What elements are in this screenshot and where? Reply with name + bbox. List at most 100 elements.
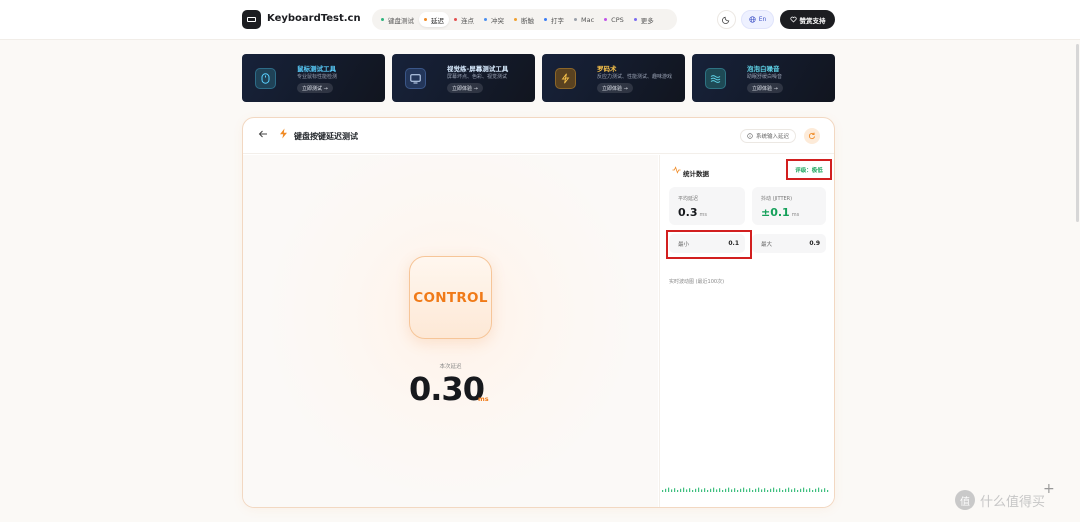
- promo-title: 泡泡白噪音: [747, 65, 780, 73]
- latency-test-panel: 键盘按键延迟测试 系统输入延迟 CONTROL 本次延迟 0.30 ms 统计数…: [242, 117, 835, 508]
- wave-bar: [824, 488, 826, 492]
- dot-icon: [574, 18, 577, 21]
- promo-card-white-noise[interactable]: 泡泡白噪音 助眠舒缓白噪音 立即体验 →: [692, 54, 835, 102]
- promo-title: 罗码术: [597, 65, 617, 73]
- page-title: 键盘按键延迟测试: [294, 132, 358, 141]
- nav-item-autoclick[interactable]: 连点: [449, 12, 479, 27]
- nav-item-conflict[interactable]: 冲突: [479, 12, 509, 27]
- wave-bar: [779, 488, 781, 492]
- main-nav: 键盘测试 延迟 连点 冲突 断触 打字 Mac CPS 更多: [372, 9, 677, 30]
- wave-bar: [695, 488, 697, 492]
- wave-bar: [785, 488, 787, 492]
- wave-bar: [737, 490, 739, 492]
- wave-bar: [662, 490, 664, 492]
- activity-icon: [672, 166, 681, 176]
- wave-bar: [677, 490, 679, 492]
- min-highlight-box: [666, 230, 752, 259]
- refresh-icon: [808, 132, 815, 140]
- wave-bar: [827, 490, 829, 492]
- nav-item-more[interactable]: 更多: [629, 12, 659, 27]
- nav-item-latency[interactable]: 延迟: [419, 12, 449, 27]
- promo-card-reaction-game[interactable]: 罗码术 反应力测试、性能测试、趣味游戏 立即体验 →: [542, 54, 685, 102]
- reset-button[interactable]: [804, 128, 820, 144]
- wave-bar: [740, 488, 742, 492]
- stats-title: 统计数据: [683, 170, 709, 178]
- promo-subtitle: 专业鼠标性能检测: [297, 74, 338, 80]
- current-latency-value: 0.30: [409, 370, 485, 408]
- smzdm-logo-icon: 值: [955, 490, 975, 510]
- wave-bar: [674, 488, 676, 492]
- panel-header: 键盘按键延迟测试 系统输入延迟: [243, 118, 834, 154]
- promo-button[interactable]: 立即测试 →: [297, 83, 333, 93]
- max-latency-row: 最大 0.9: [752, 234, 826, 253]
- wave-bar: [689, 488, 691, 492]
- wave-bar: [818, 487, 820, 492]
- promo-button[interactable]: 立即体验 →: [597, 83, 633, 93]
- lightning-icon: [279, 128, 288, 142]
- support-button[interactable]: 赞赏支持: [780, 10, 835, 29]
- wave-bar: [707, 490, 709, 492]
- wave-bar: [713, 487, 715, 492]
- wave-bar: [806, 489, 808, 492]
- wave-bar: [800, 488, 802, 492]
- current-latency-label: 本次延迟: [439, 364, 462, 370]
- wave-bar: [701, 489, 703, 492]
- dot-icon: [381, 18, 384, 21]
- wave-bar: [722, 490, 724, 492]
- promo-card-mouse-test[interactable]: 鼠标测试工具 专业鼠标性能检测 立即测试 →: [242, 54, 385, 102]
- back-arrow-icon[interactable]: [258, 129, 268, 142]
- system-delay-button[interactable]: 系统输入延迟: [740, 129, 797, 143]
- wave-bar: [746, 489, 748, 492]
- wave-bar: [743, 487, 745, 492]
- nav-item-mac[interactable]: Mac: [569, 12, 599, 27]
- wave-bar: [767, 490, 769, 492]
- wave-bar: [692, 490, 694, 492]
- wave-bar: [776, 489, 778, 492]
- wave-bar: [770, 488, 772, 492]
- wave-bar: [698, 487, 700, 492]
- realtime-wave-chart: [662, 487, 829, 492]
- dot-icon: [514, 18, 517, 21]
- rating-badge: 评级：极低: [786, 159, 832, 180]
- wave-bar: [668, 487, 670, 492]
- promo-card-screen-test[interactable]: 视觉练-屏幕测试工具 屏幕坏点、色彩、视觉测试 立即体验 →: [392, 54, 535, 102]
- page-scrollbar[interactable]: [1076, 44, 1079, 222]
- promo-subtitle: 反应力测试、性能测试、趣味游戏: [597, 74, 673, 80]
- heart-icon: [789, 16, 797, 23]
- wave-bar: [680, 488, 682, 492]
- wave-bar: [710, 488, 712, 492]
- wave-bar: [788, 487, 790, 492]
- wave-bar: [764, 488, 766, 492]
- dot-icon: [454, 18, 457, 21]
- brand-name[interactable]: KeyboardTest.cn: [267, 13, 361, 24]
- top-navbar: KeyboardTest.cn 键盘测试 延迟 连点 冲突 断触 打字 Mac …: [0, 0, 1080, 40]
- wave-bar: [761, 489, 763, 492]
- language-button[interactable]: En: [741, 10, 774, 29]
- promo-title: 视觉练-屏幕测试工具: [447, 65, 509, 73]
- mouse-icon: [255, 68, 276, 89]
- watermark: 值 什么值得买: [955, 490, 1045, 510]
- nav-item-typing[interactable]: 打字: [539, 12, 569, 27]
- wave-bar: [704, 488, 706, 492]
- wave-bar: [752, 490, 754, 492]
- wave-bar: [803, 487, 805, 492]
- dark-mode-button[interactable]: [717, 10, 736, 29]
- wave-bar: [716, 489, 718, 492]
- wave-bar: [731, 489, 733, 492]
- promo-subtitle: 屏幕坏点、色彩、视觉测试: [447, 74, 508, 80]
- keyboard-logo-icon[interactable]: [242, 10, 261, 29]
- wave-bar: [734, 488, 736, 492]
- nav-item-chatter[interactable]: 断触: [509, 12, 539, 27]
- wave-icon: [705, 68, 726, 89]
- wave-bar: [794, 488, 796, 492]
- promo-button[interactable]: 立即体验 →: [747, 83, 783, 93]
- nav-item-cps[interactable]: CPS: [599, 12, 629, 27]
- nav-item-keyboard-test[interactable]: 键盘测试: [376, 12, 419, 27]
- wave-bar: [755, 488, 757, 492]
- dot-icon: [544, 18, 547, 21]
- wave-bar: [797, 490, 799, 492]
- wave-bar: [749, 488, 751, 492]
- wave-bar: [812, 490, 814, 492]
- promo-button[interactable]: 立即体验 →: [447, 83, 483, 93]
- wave-bar: [686, 489, 688, 492]
